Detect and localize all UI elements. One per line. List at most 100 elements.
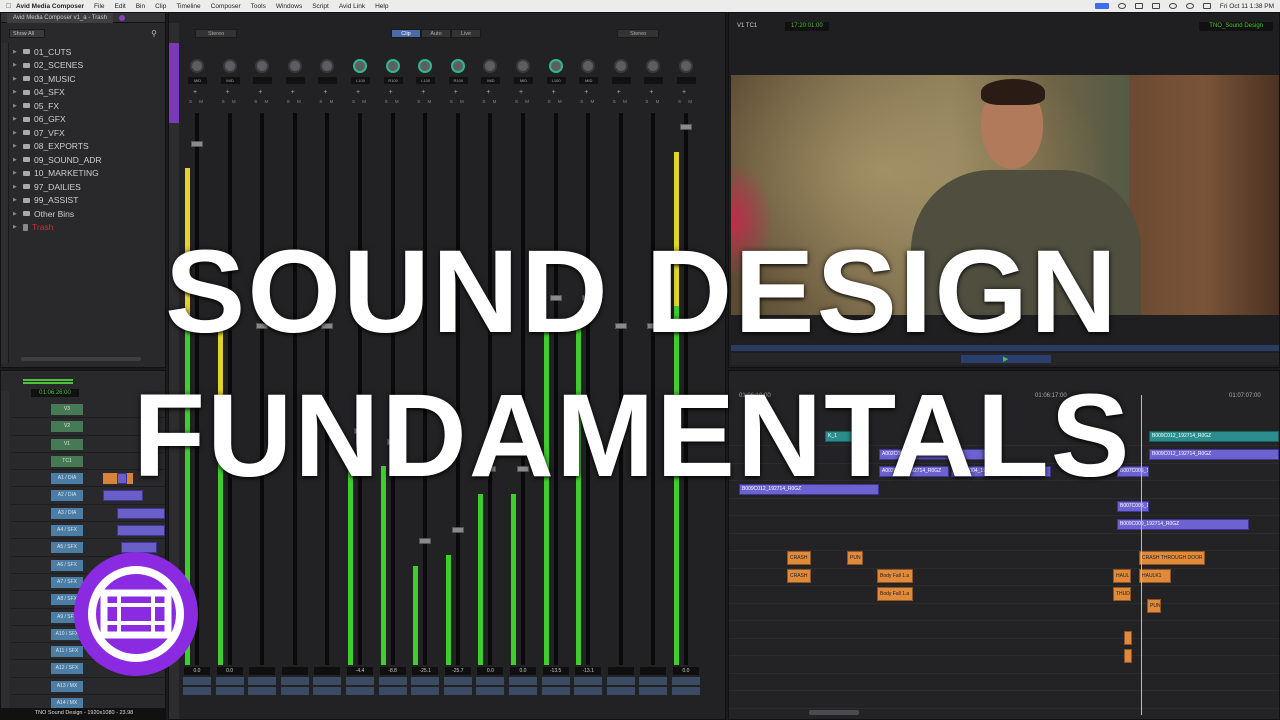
solo-mute-buttons[interactable]: S M — [613, 99, 630, 104]
pan-value[interactable]: MID — [514, 77, 533, 84]
pan-value[interactable]: L100 — [546, 77, 566, 84]
track-output[interactable] — [541, 687, 570, 695]
add-insert-icon[interactable]: + — [421, 89, 425, 96]
track-label[interactable]: A4 / SFX — [51, 525, 83, 537]
disclosure-icon[interactable]: ▶ — [13, 224, 19, 230]
timeline-scrollbar[interactable] — [809, 710, 859, 715]
track-output[interactable] — [443, 687, 472, 695]
disclosure-icon[interactable]: ▶ — [13, 76, 19, 82]
gain-value[interactable]: 0.0 — [477, 667, 504, 675]
menu-file[interactable]: File — [94, 3, 104, 10]
solo-mute-buttons[interactable]: S M — [189, 99, 206, 104]
bin-item[interactable]: ▶ 10_MARKETING — [13, 167, 163, 181]
pan-value[interactable]: R100 — [383, 77, 403, 84]
solo-mute-buttons[interactable]: S M — [319, 99, 336, 104]
solo-mute-buttons[interactable]: S M — [352, 99, 369, 104]
disclosure-icon[interactable]: ▶ — [13, 89, 19, 95]
track-label[interactable]: A1 / DIA — [51, 473, 83, 485]
pan-knob[interactable] — [418, 59, 433, 73]
audio-clip[interactable]: CRASH — [787, 551, 811, 565]
timeline-playhead[interactable] — [1141, 395, 1142, 715]
pan-value[interactable]: L100 — [416, 77, 436, 84]
menu-timeline[interactable]: Timeline — [176, 3, 200, 10]
video-clip[interactable]: B007C005_19 — [1117, 501, 1149, 512]
pan-knob[interactable] — [646, 59, 661, 73]
track-label[interactable]: V3 — [51, 404, 83, 415]
track-output[interactable] — [248, 687, 277, 695]
pan-knob[interactable] — [516, 59, 530, 73]
gain-value[interactable]: -13.1 — [575, 667, 602, 675]
menu-avid-link[interactable]: Avid Link — [339, 3, 365, 10]
bin-item[interactable]: ▶ Trash — [13, 221, 163, 235]
pan-value[interactable]: L100 — [351, 77, 370, 84]
pan-knob[interactable] — [548, 59, 563, 73]
track-output[interactable] — [215, 687, 244, 695]
menu-windows[interactable]: Windows — [276, 3, 302, 10]
add-insert-icon[interactable]: + — [682, 89, 686, 96]
search-icon[interactable] — [1185, 3, 1194, 9]
pan-value[interactable]: MID — [188, 77, 207, 84]
solo-mute-buttons[interactable]: S M — [254, 99, 271, 104]
video-clip[interactable]: B009C012_192714_R0GZ — [1149, 431, 1279, 442]
audio-clip[interactable]: PUN — [1147, 599, 1161, 613]
gain-value[interactable]: -8.8 — [379, 667, 406, 675]
gain-value[interactable]: 0.0 — [673, 667, 699, 675]
pan-value[interactable]: MID — [579, 77, 599, 84]
gain-value[interactable] — [281, 667, 308, 675]
menu-bin[interactable]: Bin — [136, 3, 145, 10]
bin-item[interactable]: ▶ 02_SCENES — [13, 59, 163, 73]
timeline-clip[interactable] — [117, 525, 165, 537]
track-output[interactable] — [411, 687, 440, 695]
pan-value[interactable] — [318, 77, 338, 84]
pan-knob[interactable] — [255, 59, 270, 73]
audio-clip[interactable]: HAULK1 — [1139, 569, 1171, 583]
disclosure-icon[interactable]: ▶ — [13, 62, 19, 68]
timeline-clip[interactable] — [117, 473, 127, 485]
solo-mute-buttons[interactable]: S M — [417, 99, 434, 104]
add-insert-icon[interactable]: + — [454, 89, 458, 96]
add-insert-icon[interactable]: + — [552, 89, 556, 96]
pan-value[interactable]: MID — [481, 77, 501, 84]
menu-tools[interactable]: Tools — [251, 3, 266, 10]
audio-clip[interactable] — [1124, 649, 1132, 663]
fader-cap[interactable] — [419, 538, 432, 545]
pan-value[interactable] — [644, 77, 664, 84]
audio-clip[interactable]: PUN — [847, 551, 863, 565]
solo-mute-buttons[interactable]: S M — [222, 99, 239, 104]
pan-value[interactable] — [677, 77, 696, 84]
track-output[interactable] — [378, 687, 407, 695]
add-insert-icon[interactable]: + — [193, 89, 197, 96]
mixer-right-dropdown[interactable]: Stereo — [617, 29, 660, 38]
audio-clip[interactable]: Body Fall 1.a — [877, 587, 913, 601]
pan-knob[interactable] — [190, 59, 204, 73]
wifi-icon[interactable] — [1168, 3, 1177, 9]
monitor-timecode[interactable]: 17:20:01:00 — [785, 22, 829, 31]
solo-mute-buttons[interactable]: S M — [678, 99, 695, 104]
track-output[interactable] — [672, 687, 700, 695]
add-insert-icon[interactable]: + — [226, 89, 230, 96]
bin-item[interactable]: ▶ 03_MUSIC — [13, 72, 163, 86]
pan-value[interactable] — [253, 77, 273, 84]
add-insert-icon[interactable]: + — [323, 89, 327, 96]
bin-item[interactable]: ▶ 06_GFX — [13, 113, 163, 127]
mixer-left-dropdown[interactable]: Stereo — [195, 29, 238, 38]
disclosure-icon[interactable]: ▶ — [13, 170, 19, 176]
pan-knob[interactable] — [613, 59, 628, 73]
track-label[interactable]: V1 — [51, 438, 83, 450]
pan-knob[interactable] — [222, 59, 237, 73]
audio-clip[interactable]: Body Fall 1.a — [877, 569, 913, 583]
disclosure-icon[interactable]: ▶ — [13, 49, 19, 55]
mode-tab-clip[interactable]: Clip — [391, 29, 421, 38]
track-output[interactable] — [346, 687, 374, 695]
gain-value[interactable] — [640, 667, 667, 675]
battery-icon[interactable] — [1151, 3, 1160, 9]
pan-value[interactable] — [285, 77, 305, 84]
track-output[interactable] — [183, 687, 211, 695]
bin-item[interactable]: ▶ 07_VFX — [13, 126, 163, 140]
apple-icon[interactable]:  — [6, 3, 16, 10]
pan-value[interactable]: R100 — [448, 77, 468, 84]
solo-mute-buttons[interactable]: S M — [645, 99, 662, 104]
audio-clip[interactable]: CRASH THROUGH DOOR — [1139, 551, 1205, 565]
gain-value[interactable]: -25.7 — [444, 667, 471, 675]
timeline-clip[interactable] — [117, 507, 165, 519]
